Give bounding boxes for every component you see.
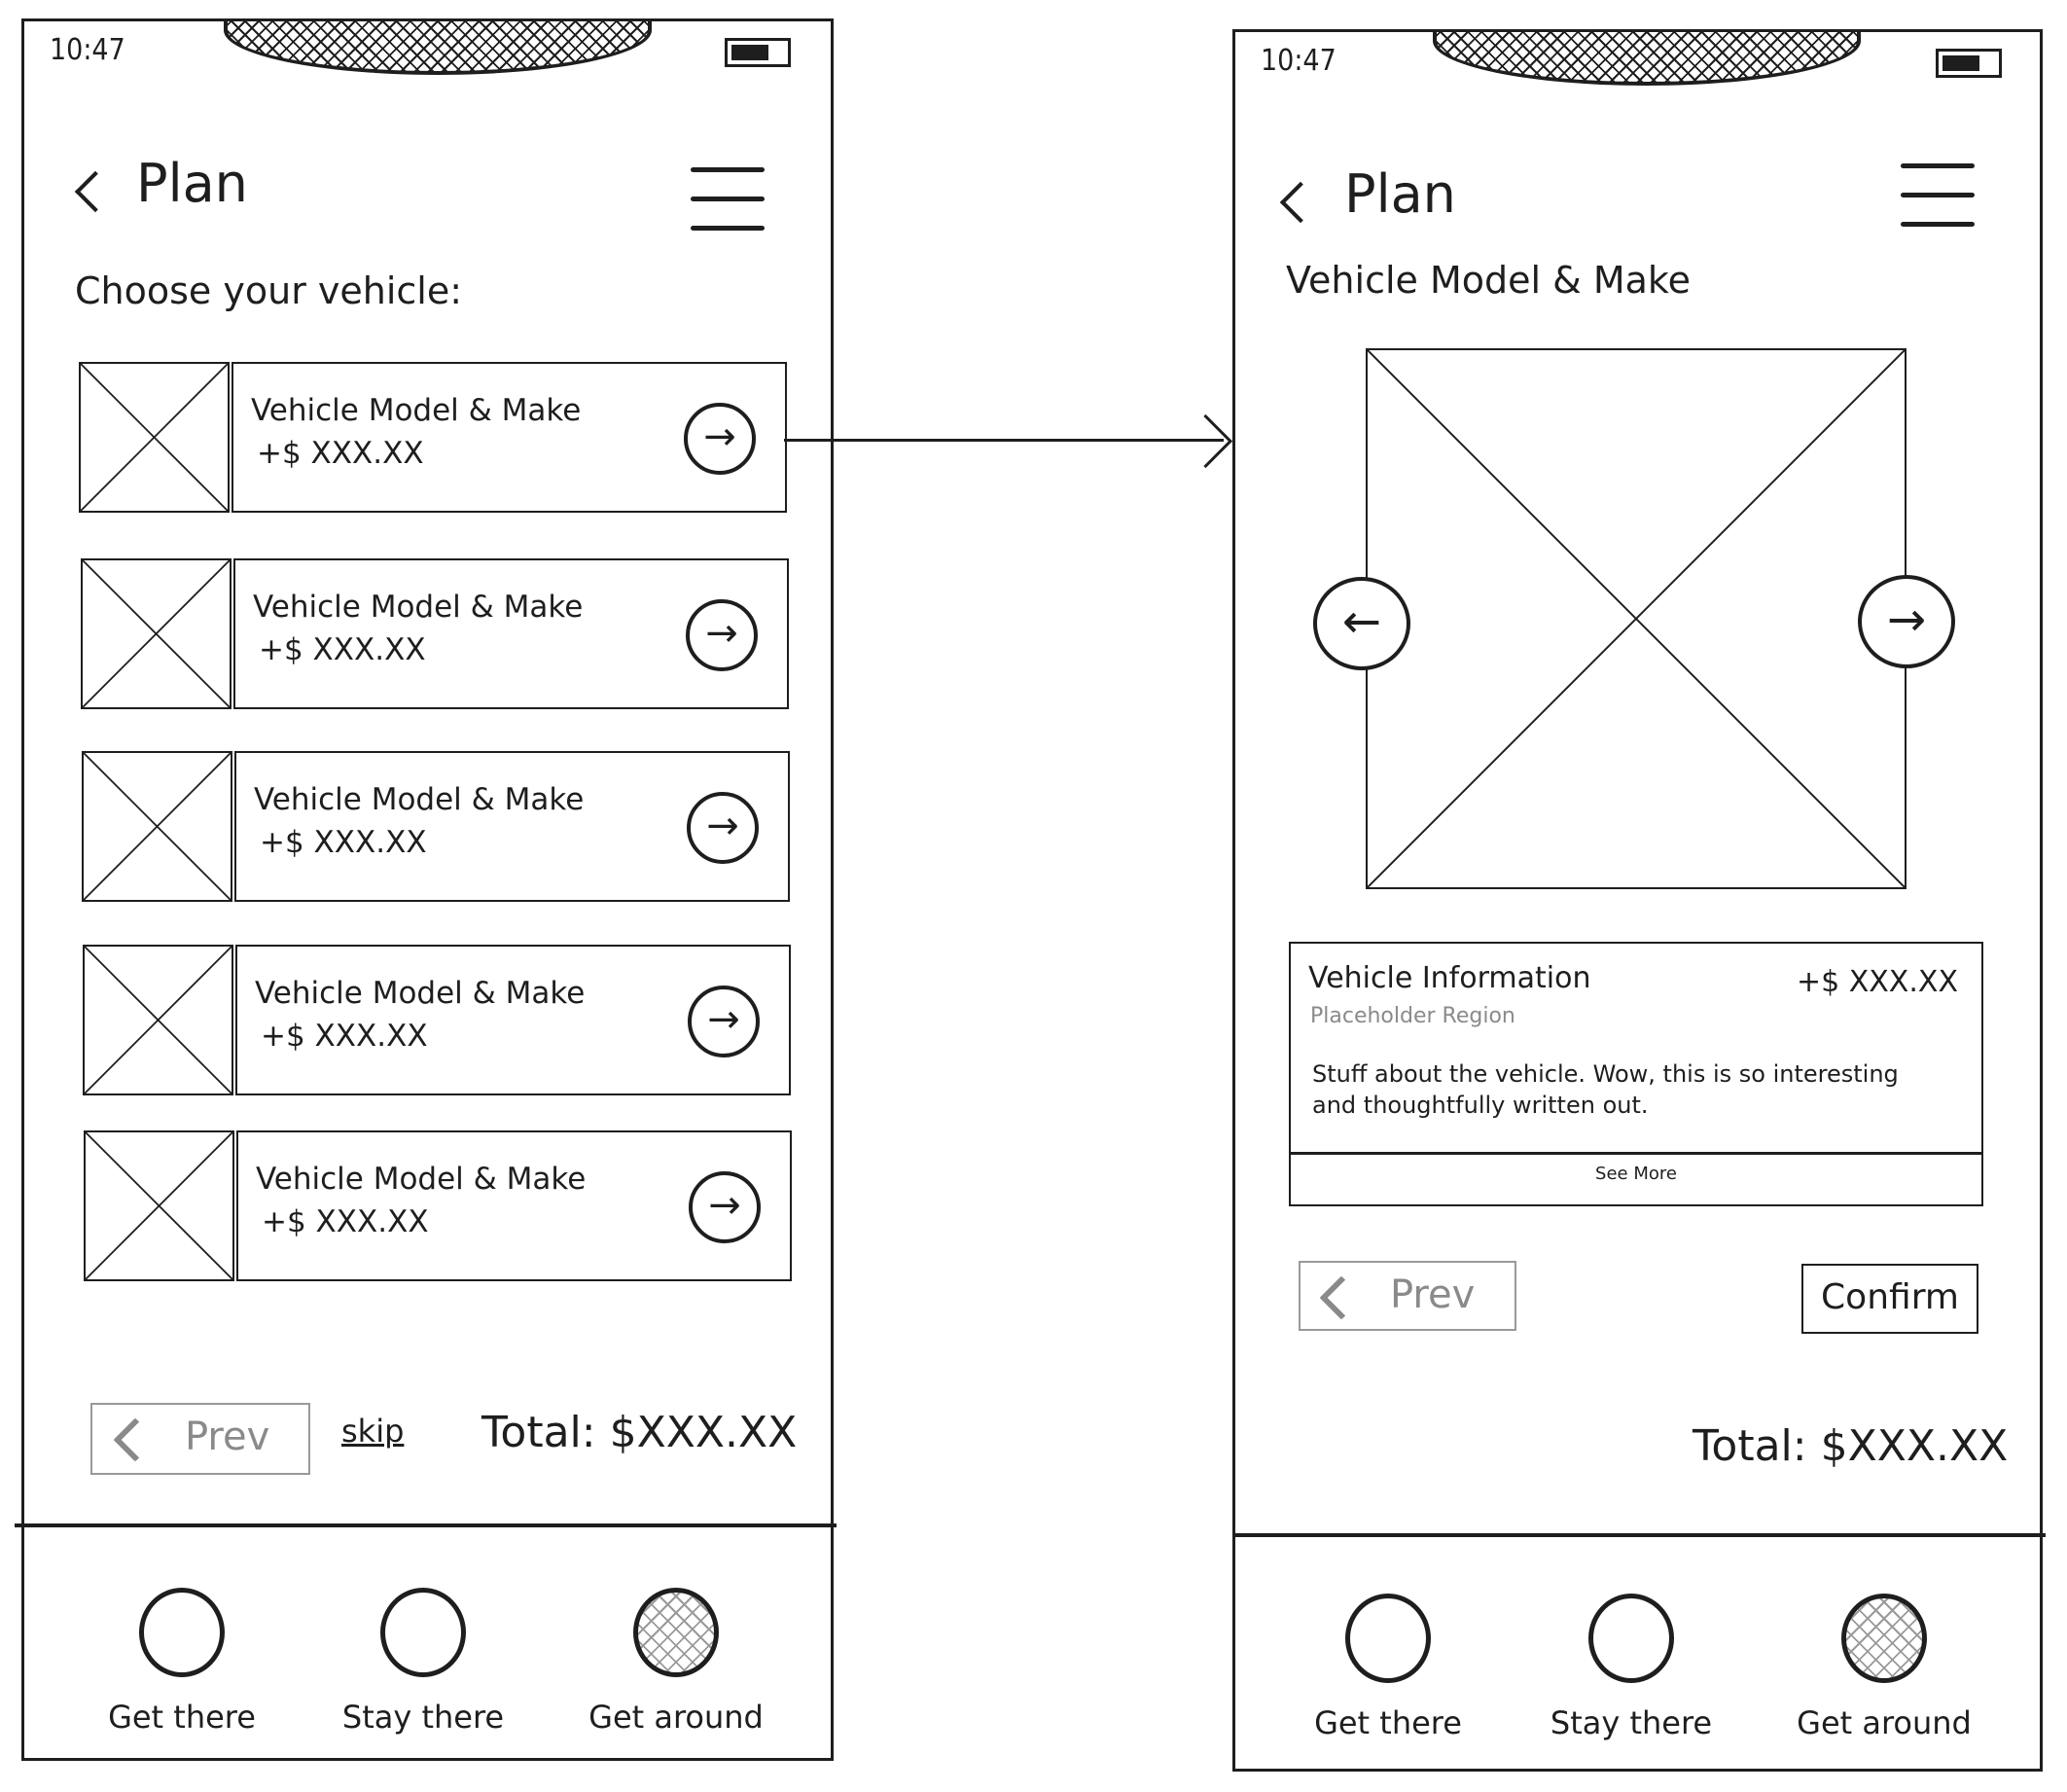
vehicle-image-placeholder	[1366, 348, 1907, 889]
info-price: +$ XXX.XX	[1796, 965, 1958, 999]
info-divider	[1291, 1152, 1981, 1155]
vehicle-price: +$ XXX.XX	[261, 1019, 428, 1054]
arrow-right-icon: →	[708, 1183, 741, 1228]
flow-connector-line	[784, 439, 1224, 442]
phone-vehicle-list: 10:47 Plan Choose your vehicle: Vehicle …	[15, 18, 837, 1761]
vehicle-card-body: Vehicle Model & Make +$ XXX.XX →	[233, 558, 789, 709]
status-time: 10:47	[50, 33, 125, 67]
vehicle-thumbnail-placeholder	[84, 1130, 234, 1281]
vehicle-thumbnail-placeholder	[83, 945, 233, 1095]
vehicle-card[interactable]: Vehicle Model & Make +$ XXX.XX →	[81, 558, 789, 709]
prev-button[interactable]: Prev	[90, 1403, 310, 1475]
see-more-button[interactable]: See More	[1291, 1164, 1981, 1184]
chevron-left-icon[interactable]	[74, 170, 117, 213]
vehicle-card[interactable]: Vehicle Model & Make +$ XXX.XX →	[84, 1130, 792, 1281]
chevron-left-icon	[1319, 1275, 1364, 1320]
vehicle-title: Vehicle Model & Make	[1286, 259, 1691, 302]
bottom-nav-item[interactable]: Stay there	[316, 1588, 530, 1736]
nav-circle-icon	[1588, 1594, 1674, 1683]
vehicle-thumbnail-placeholder	[79, 362, 230, 513]
nav-circle-active-icon	[1841, 1594, 1927, 1683]
arrow-right-icon: →	[707, 997, 740, 1042]
bottom-nav-label: Stay there	[1550, 1704, 1713, 1741]
arrow-right-circle-icon[interactable]: →	[689, 1171, 761, 1243]
page-title: Plan	[1344, 163, 1456, 225]
nav-circle-icon	[380, 1588, 466, 1677]
bottom-nav-label: Get around	[1797, 1704, 1972, 1741]
info-region: Placeholder Region	[1310, 1004, 1515, 1028]
total-amount: Total: $XXX.XX	[1693, 1421, 2009, 1471]
confirm-button[interactable]: Confirm	[1801, 1264, 1978, 1334]
skip-link[interactable]: skip	[341, 1413, 404, 1450]
carousel-next-button[interactable]: →	[1858, 575, 1955, 668]
info-description: Stuff about the vehicle. Wow, this is so…	[1312, 1060, 1899, 1119]
vehicle-name: Vehicle Model & Make	[256, 1162, 587, 1197]
vehicle-name: Vehicle Model & Make	[253, 590, 584, 625]
phone-vehicle-detail: 10:47 Plan Vehicle Model & Make ← → Vehi…	[1232, 29, 2046, 1772]
vehicle-name: Vehicle Model & Make	[251, 393, 582, 428]
total-amount: Total: $XXX.XX	[481, 1408, 798, 1457]
arrow-right-icon: →	[1886, 592, 1927, 647]
nav-circle-icon	[1345, 1594, 1431, 1683]
page-title: Plan	[136, 153, 248, 214]
bottom-nav-divider	[15, 1523, 837, 1527]
vehicle-price: +$ XXX.XX	[257, 436, 424, 471]
vehicle-card-body: Vehicle Model & Make +$ XXX.XX →	[234, 751, 790, 902]
vehicle-price: +$ XXX.XX	[259, 632, 426, 667]
vehicle-name: Vehicle Model & Make	[254, 782, 585, 817]
vehicle-card-body: Vehicle Model & Make +$ XXX.XX →	[236, 1130, 792, 1281]
vehicle-price: +$ XXX.XX	[260, 825, 427, 860]
nav-circle-active-icon	[633, 1588, 719, 1677]
vehicle-card-body: Vehicle Model & Make +$ XXX.XX →	[235, 945, 791, 1095]
carousel-prev-button[interactable]: ←	[1313, 577, 1410, 670]
bottom-nav-item[interactable]: Stay there	[1524, 1594, 1738, 1741]
vehicle-card[interactable]: Vehicle Model & Make +$ XXX.XX →	[83, 945, 791, 1095]
section-subtitle: Choose your vehicle:	[75, 269, 463, 312]
hamburger-menu-icon[interactable]	[1901, 163, 1975, 228]
bottom-nav-item[interactable]: Get around	[569, 1588, 783, 1736]
chevron-left-icon	[113, 1417, 158, 1462]
bottom-nav-label: Stay there	[341, 1699, 505, 1736]
arrow-right-circle-icon[interactable]: →	[687, 792, 759, 864]
phone-notch	[1433, 32, 1861, 86]
vehicle-thumbnail-placeholder	[82, 751, 232, 902]
vehicle-info-card: Vehicle Information +$ XXX.XX Placeholde…	[1289, 942, 1983, 1206]
bottom-nav-item[interactable]: Get around	[1777, 1594, 1991, 1741]
prev-button[interactable]: Prev	[1299, 1261, 1516, 1331]
bottom-nav-divider	[1235, 1533, 2046, 1537]
status-time: 10:47	[1261, 44, 1336, 78]
vehicle-thumbnail-placeholder	[81, 558, 232, 709]
chevron-left-icon[interactable]	[1279, 181, 1322, 224]
vehicle-name: Vehicle Model & Make	[255, 976, 586, 1011]
nav-circle-icon	[139, 1588, 225, 1677]
arrow-right-circle-icon[interactable]: →	[686, 599, 758, 671]
battery-icon	[1936, 49, 2002, 78]
arrow-right-circle-icon[interactable]: →	[684, 403, 756, 475]
hamburger-menu-icon[interactable]	[691, 167, 765, 232]
vehicle-card-body: Vehicle Model & Make +$ XXX.XX →	[232, 362, 787, 513]
arrow-left-icon: ←	[1341, 594, 1382, 649]
bottom-nav-item[interactable]: Get there	[75, 1588, 289, 1736]
arrow-right-icon: →	[705, 611, 738, 656]
vehicle-card[interactable]: Vehicle Model & Make +$ XXX.XX →	[79, 362, 787, 513]
arrow-right-icon: →	[703, 414, 736, 459]
vehicle-price: +$ XXX.XX	[262, 1204, 429, 1239]
bottom-nav-item[interactable]: Get there	[1281, 1594, 1495, 1741]
bottom-nav-label: Get there	[1314, 1704, 1462, 1741]
bottom-nav-label: Get around	[588, 1699, 764, 1736]
arrow-right-icon: →	[706, 804, 739, 848]
info-title: Vehicle Information	[1308, 961, 1591, 995]
phone-notch	[224, 21, 652, 75]
battery-icon	[725, 38, 791, 67]
prev-label: Prev	[185, 1415, 270, 1459]
flow-arrowhead-icon	[1178, 413, 1233, 469]
bottom-nav-label: Get there	[108, 1699, 256, 1736]
vehicle-card[interactable]: Vehicle Model & Make +$ XXX.XX →	[82, 751, 790, 902]
prev-label: Prev	[1390, 1272, 1476, 1317]
arrow-right-circle-icon[interactable]: →	[688, 986, 760, 1057]
